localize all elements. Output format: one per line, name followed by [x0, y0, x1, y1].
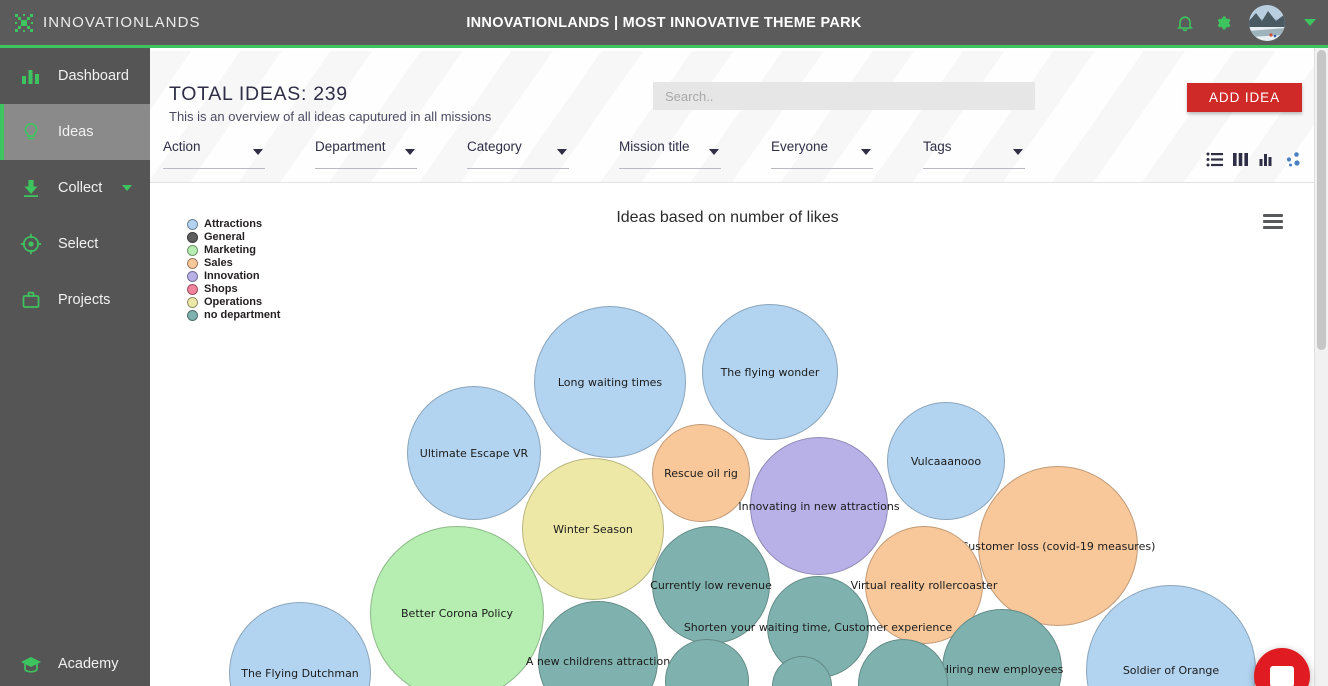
idea-bubble-label: Better Corona Policy: [401, 606, 513, 620]
filter-mission-title[interactable]: Mission title: [619, 135, 721, 169]
sidebar-item-select[interactable]: Select: [0, 216, 150, 272]
idea-bubble[interactable]: Ultimate Escape VR: [407, 386, 541, 520]
target-icon: [20, 233, 42, 255]
idea-bubble-label: Rescue oil rig: [664, 466, 738, 480]
idea-bubble-label: A new childrens attraction: [525, 654, 671, 668]
filter-label: Department: [315, 139, 386, 154]
idea-bubble[interactable]: Winter Season: [522, 458, 664, 600]
list-view-icon[interactable]: [1206, 151, 1223, 168]
chevron-down-icon: [1013, 149, 1023, 155]
add-idea-button[interactable]: ADD IDEA: [1187, 83, 1302, 112]
filter-label: Mission title: [619, 139, 690, 154]
filter-everyone[interactable]: Everyone: [771, 135, 873, 169]
chevron-down-icon: [253, 149, 263, 155]
brand-text: INNOVATIONLANDS: [43, 14, 201, 31]
idea-bubble-label: Long waiting times: [557, 375, 663, 389]
sidebar-item-collect[interactable]: Collect: [0, 160, 150, 216]
idea-bubble[interactable]: A new childrens attraction: [526, 601, 670, 686]
search-input[interactable]: [653, 82, 1035, 110]
innovationlands-logo-icon: [14, 13, 34, 33]
sidebar-item-label: Ideas: [58, 124, 94, 140]
ideas-header-panel: TOTAL IDEAS: 239 This is an overview of …: [150, 51, 1318, 183]
sidebar-item-dashboard[interactable]: Dashboard: [0, 48, 150, 104]
chevron-down-icon[interactable]: [1304, 19, 1316, 26]
bubble-plot-area: Long waiting times The flying wonder Ultim…: [150, 194, 1305, 686]
sidebar-item-label: Dashboard: [58, 68, 129, 84]
idea-bubble-label: Innovating in new attractions: [738, 499, 900, 513]
chat-glyph: [1270, 665, 1294, 686]
total-ideas-subtitle: This is an overview of all ideas caputur…: [169, 109, 492, 124]
filter-action[interactable]: Action: [163, 135, 265, 169]
idea-bubble[interactable]: The Flying Dutchman: [229, 602, 371, 686]
idea-bubble-label: Ultimate Escape VR: [419, 446, 529, 460]
filter-label: Category: [467, 139, 522, 154]
bar-chart-icon: [20, 65, 42, 87]
avatar[interactable]: [1249, 4, 1285, 41]
chevron-down-icon: [861, 149, 871, 155]
filter-tags[interactable]: Tags: [923, 135, 1025, 169]
idea-bubble[interactable]: Currently low revenue: [650, 526, 772, 644]
chevron-down-icon: [709, 149, 719, 155]
gear-icon[interactable]: [1212, 13, 1232, 33]
brand[interactable]: INNOVATIONLANDS: [0, 13, 300, 33]
sidebar-item-label: Academy: [58, 656, 119, 672]
chevron-down-icon: [557, 149, 567, 155]
idea-bubble-label: Soldier of Orange: [1122, 663, 1220, 677]
sidebar-item-academy[interactable]: Academy: [0, 636, 150, 686]
sidebar-item-label: Select: [58, 236, 99, 252]
sidebar-item-label: Collect: [58, 180, 103, 196]
idea-bubble-label: The flying wonder: [720, 365, 820, 379]
idea-bubble[interactable]: Long waiting times: [534, 306, 686, 458]
filter-department[interactable]: Department: [315, 135, 417, 169]
bar-chart-view-icon[interactable]: [1258, 151, 1275, 168]
sidebar-item-label: Projects: [58, 292, 111, 308]
idea-bubble[interactable]: Customer loss (covid-19 measures): [961, 466, 1155, 626]
idea-bubble-label: Currently low revenue: [650, 578, 772, 592]
filter-label: Tags: [923, 139, 952, 154]
idea-bubble[interactable]: [665, 639, 749, 686]
idea-bubble-label: Hiring new employees: [940, 662, 1064, 676]
idea-bubble-label: Winter Season: [553, 522, 633, 536]
filter-bar: Action Department Category Mission title…: [163, 135, 1075, 169]
bell-icon[interactable]: [1175, 13, 1195, 33]
briefcase-icon: [20, 289, 42, 311]
idea-bubble[interactable]: Better Corona Policy: [370, 526, 544, 686]
scrollbar-thumb[interactable]: [1317, 50, 1326, 350]
idea-bubble-label: Virtual reality rollercoaster: [850, 578, 998, 592]
sidebar: Dashboard Ideas Collect Select Projects …: [0, 48, 150, 686]
idea-bubble[interactable]: Innovating in new attractions: [738, 437, 900, 575]
top-bar: INNOVATIONLANDS INNOVATIONLANDS | MOST I…: [0, 0, 1328, 48]
bubble-chart-panel: Ideas based on number of likes Attractio…: [150, 194, 1305, 686]
vertical-scrollbar[interactable]: [1314, 48, 1328, 686]
sidebar-item-ideas[interactable]: Ideas: [0, 104, 150, 160]
chevron-down-icon[interactable]: [122, 185, 133, 191]
view-switcher: [1206, 151, 1301, 168]
idea-bubble-label: Vulcaaanooo: [910, 454, 982, 468]
chevron-down-icon: [405, 149, 415, 155]
idea-bubble-label: Customer loss (covid-19 measures): [960, 539, 1156, 553]
idea-bubble[interactable]: The flying wonder: [702, 304, 838, 440]
idea-bubble-label: The Flying Dutchman: [241, 666, 359, 680]
download-icon: [20, 177, 42, 199]
filter-category[interactable]: Category: [467, 135, 569, 169]
graduation-cap-icon: [20, 653, 42, 675]
sidebar-item-projects[interactable]: Projects: [0, 272, 150, 328]
total-ideas-title: TOTAL IDEAS: 239: [169, 83, 348, 105]
idea-bubble[interactable]: [858, 639, 948, 686]
filter-label: Everyone: [771, 139, 829, 154]
top-bar-actions: [1175, 0, 1316, 45]
filter-label: Action: [163, 139, 201, 154]
bubble-view-icon[interactable]: [1284, 151, 1301, 168]
lightbulb-icon: [20, 121, 42, 143]
idea-bubble[interactable]: Rescue oil rig: [652, 424, 750, 522]
idea-bubble[interactable]: Vulcaaanooo: [887, 402, 1005, 520]
kanban-view-icon[interactable]: [1232, 151, 1249, 168]
